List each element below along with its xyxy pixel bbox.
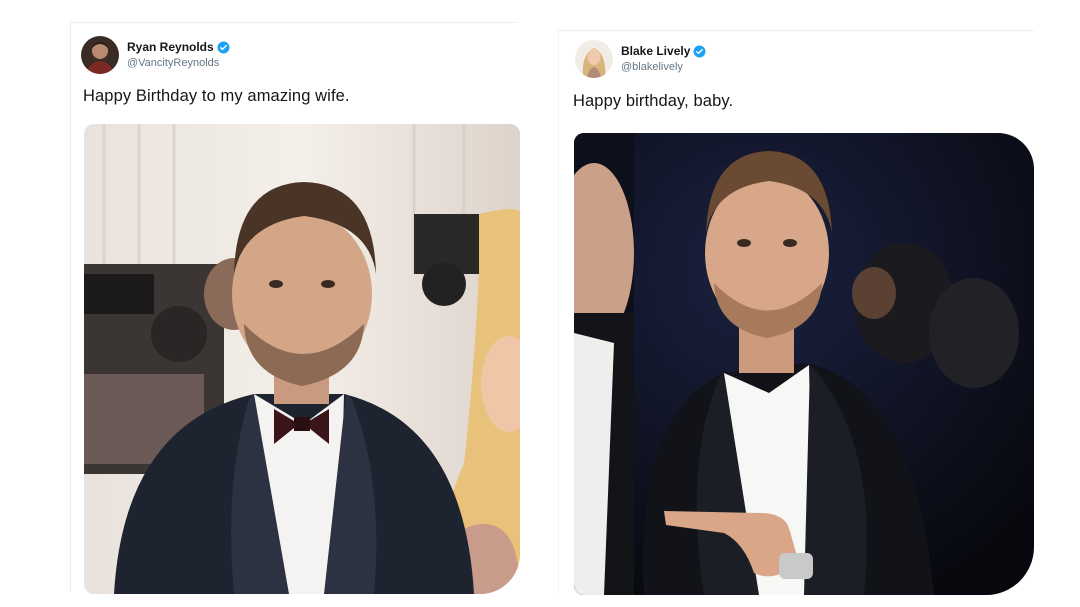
tweet-card-blake[interactable]: Blake Lively @blakelively Happy birthday… xyxy=(558,30,1034,595)
avatar-ryan-icon xyxy=(81,36,119,74)
tweet-text: Happy birthday, baby. xyxy=(573,92,734,110)
display-name[interactable]: Ryan Reynolds xyxy=(127,40,214,55)
handle[interactable]: @blakelively xyxy=(621,61,706,74)
avatar[interactable] xyxy=(81,36,119,74)
tweet-photo[interactable] xyxy=(84,124,520,594)
tweet-card-ryan[interactable]: Ryan Reynolds @VancityReynolds Happy Bir… xyxy=(70,22,520,594)
avatar-blake-icon xyxy=(575,40,613,78)
tweet-text: Happy Birthday to my amazing wife. xyxy=(83,87,350,105)
photo-tuxedo-bowtie-icon xyxy=(84,124,520,594)
verified-badge-icon xyxy=(217,41,230,54)
handle[interactable]: @VancityReynolds xyxy=(127,57,230,70)
tweet-header: Ryan Reynolds @VancityReynolds xyxy=(81,36,230,74)
photo-tuxedo-pointing-icon xyxy=(574,133,1034,595)
verified-badge-icon xyxy=(693,45,706,58)
display-name[interactable]: Blake Lively xyxy=(621,44,690,59)
avatar[interactable] xyxy=(575,40,613,78)
author-block: Blake Lively @blakelively xyxy=(621,44,706,74)
author-block: Ryan Reynolds @VancityReynolds xyxy=(127,40,230,70)
tweet-photo[interactable] xyxy=(574,133,1034,595)
screenshot-canvas: Ryan Reynolds @VancityReynolds Happy Bir… xyxy=(0,0,1080,607)
tweet-header: Blake Lively @blakelively xyxy=(575,40,706,78)
